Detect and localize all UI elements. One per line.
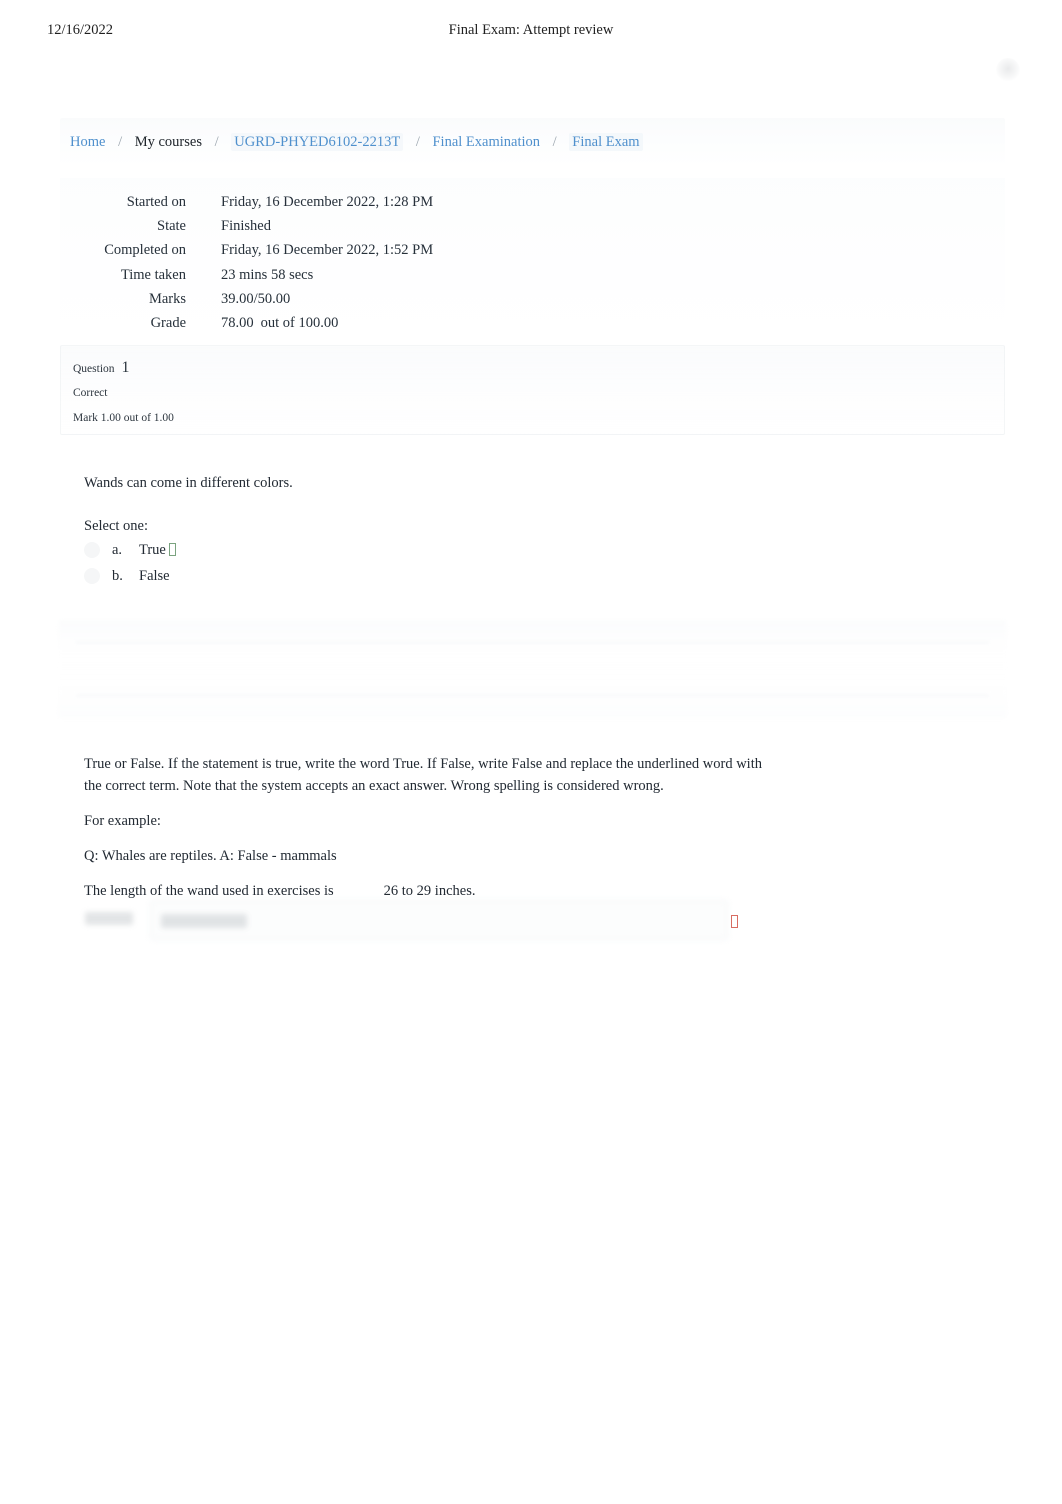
- radio-button-a[interactable]: [84, 542, 100, 558]
- answer-letter-b: b.: [112, 567, 123, 584]
- answer-label: [85, 912, 133, 925]
- table-row: Marks 39.00/50.00: [60, 289, 433, 313]
- answer-option-b[interactable]: b. False: [84, 566, 504, 592]
- table-row: State Finished: [60, 216, 433, 240]
- breadcrumb-item-final-examination[interactable]: Final Examination: [432, 134, 540, 150]
- print-header: 12/16/2022 Final Exam: Attempt review: [0, 22, 1062, 46]
- question-number: 1: [121, 359, 130, 376]
- radio-button-b[interactable]: [84, 567, 100, 584]
- summary-value-state: Finished: [221, 218, 271, 235]
- summary-value-completed-on: Friday, 16 December 2022, 1:52 PM: [221, 242, 434, 259]
- answer-letter-a: a.: [112, 542, 123, 558]
- table-row: Grade 78.00 out of 100.00: [60, 313, 433, 337]
- attempt-summary-table: Started on Friday, 16 December 2022, 1:2…: [60, 192, 433, 337]
- grade-number: 78.00: [221, 314, 254, 331]
- question-1-state: Correct: [73, 387, 108, 399]
- summary-value-marks: 39.00/50.00: [221, 290, 291, 307]
- question-2-answer-row: [76, 898, 741, 944]
- incorrect-answer-cross-icon: [731, 915, 738, 928]
- question-2-stem-after: 26 to 29 inches.: [383, 883, 476, 899]
- summary-key-state: State: [157, 218, 186, 235]
- page-title: Final Exam: Attempt review: [448, 22, 614, 38]
- breadcrumb-separator: /: [415, 134, 420, 150]
- summary-value-started-on: Friday, 16 December 2022, 1:28 PM: [221, 194, 434, 210]
- question-1-info: Question 1 Correct Mark 1.00 out of 1.00: [73, 360, 373, 426]
- breadcrumb-separator: /: [118, 134, 123, 150]
- question-label: Question: [73, 363, 115, 375]
- breadcrumb-item-my-courses: My courses: [134, 134, 202, 150]
- summary-value-grade: 78.00 out of 100.00: [186, 313, 433, 337]
- question-2-header-card: [58, 620, 1007, 718]
- question-2-example-qa: Q: Whales are reptiles. A: False - mamma…: [84, 848, 337, 864]
- breadcrumb-item-course[interactable]: UGRD-PHYED6102-2213T: [231, 133, 404, 151]
- question-2-example-label: For example:: [84, 813, 161, 829]
- breadcrumb-item-final-exam[interactable]: Final Exam: [569, 133, 643, 151]
- summary-key-marks: Marks: [148, 290, 186, 307]
- question-2-instructions: True or False. If the statement is true,…: [84, 756, 762, 794]
- table-row: Completed on Friday, 16 December 2022, 1…: [60, 240, 433, 264]
- question-2-answer-marker: [728, 913, 738, 931]
- question-1-answers: a. True b. False: [84, 540, 504, 591]
- summary-key-grade: Grade: [150, 314, 186, 331]
- answer-text-a: True: [139, 540, 176, 560]
- question-2-stem-before: The length of the wand used in exercises…: [84, 883, 334, 899]
- question-1-select-one-label: Select one:: [84, 518, 149, 534]
- summary-key-time-taken: Time taken: [120, 266, 186, 283]
- question-2-text: True or False. If the statement is true,…: [84, 753, 784, 902]
- answer-text-b: False: [139, 567, 170, 584]
- breadcrumb: Home / My courses / UGRD-PHYED6102-2213T…: [70, 133, 643, 152]
- question-number-row: Question 1: [73, 360, 373, 377]
- breadcrumb-separator: /: [552, 134, 557, 150]
- table-row: Started on Friday, 16 December 2022, 1:2…: [60, 192, 433, 216]
- breadcrumb-separator: /: [214, 134, 219, 150]
- breadcrumb-item-home[interactable]: Home: [70, 134, 105, 150]
- answer-input-value: [161, 914, 247, 928]
- summary-value-time-taken: 23 mins 58 secs: [221, 266, 314, 283]
- user-avatar-icon[interactable]: [996, 58, 1020, 82]
- question-1-text: Wands can come in different colors.: [84, 475, 293, 491]
- attempt-review-page: 12/16/2022 Final Exam: Attempt review Ho…: [0, 0, 1062, 1504]
- correct-answer-check-icon: [168, 543, 176, 556]
- grade-suffix: out of 100.00: [260, 314, 339, 331]
- answer-input[interactable]: [150, 900, 728, 940]
- question-1-mark: Mark 1.00 out of 1.00: [73, 412, 174, 424]
- summary-key-started-on: Started on: [126, 194, 186, 210]
- answer-option-a[interactable]: a. True: [84, 540, 504, 566]
- table-row: Time taken 23 mins 58 secs: [60, 265, 433, 289]
- summary-key-completed-on: Completed on: [104, 242, 186, 259]
